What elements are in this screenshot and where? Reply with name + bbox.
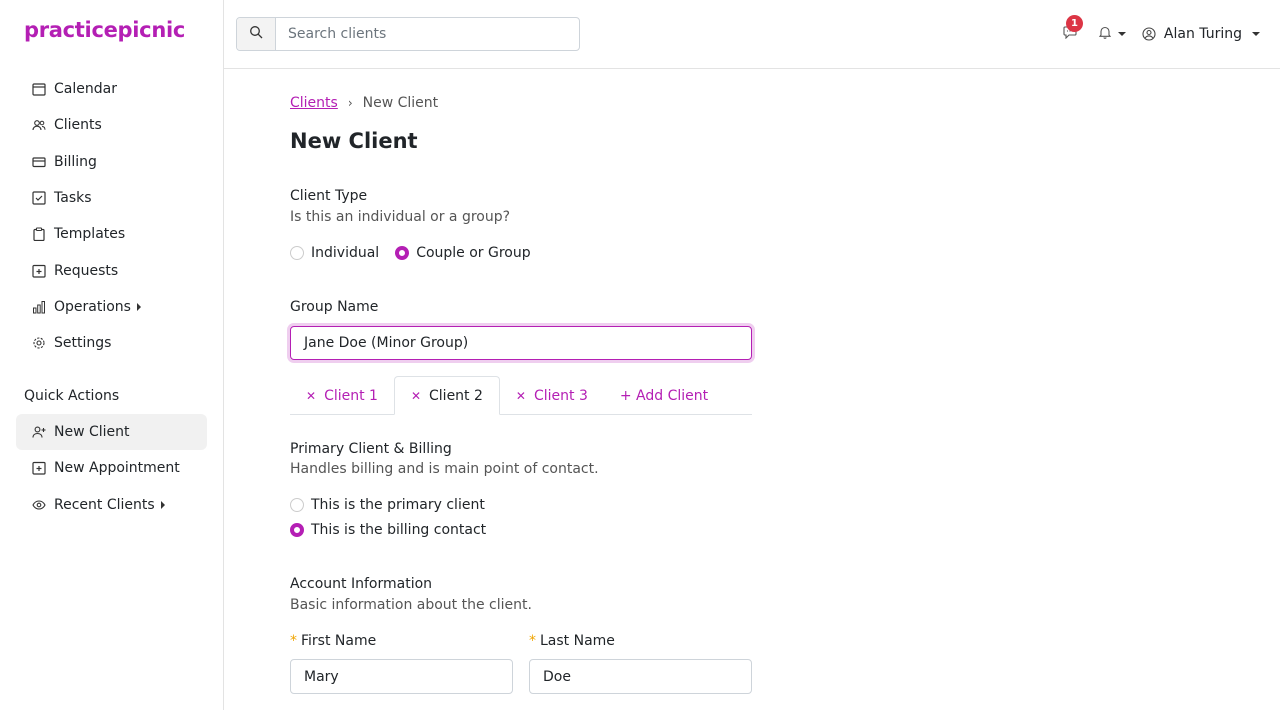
search-button[interactable] bbox=[237, 18, 276, 50]
quick-action-label: Recent Clients bbox=[54, 496, 155, 513]
billing-contact-option: This is the billing contact bbox=[290, 522, 502, 538]
sidebar-item-requests[interactable]: Requests bbox=[16, 252, 207, 288]
radio-couple-or-group-label[interactable]: Couple or Group bbox=[416, 245, 530, 261]
primary-billing-description: Handles billing and is main point of con… bbox=[290, 461, 599, 477]
sidebar-item-settings[interactable]: Settings bbox=[16, 325, 207, 361]
required-marker: * bbox=[529, 633, 536, 649]
radio-couple-or-group[interactable] bbox=[395, 246, 410, 260]
radio-individual-label[interactable]: Individual bbox=[311, 245, 379, 261]
group-name-label: Group Name bbox=[290, 299, 379, 315]
quick-action-new-client[interactable]: New Client bbox=[16, 414, 207, 451]
close-icon[interactable]: ✕ bbox=[411, 389, 421, 403]
message-count-badge: 1 bbox=[1065, 15, 1083, 32]
sidebar-item-label: Operations bbox=[54, 298, 131, 315]
quick-actions-heading: Quick Actions bbox=[24, 388, 120, 404]
close-icon[interactable]: ✕ bbox=[306, 389, 316, 403]
radio-primary-client[interactable] bbox=[290, 498, 304, 512]
calendar-icon bbox=[32, 82, 46, 96]
sidebar-item-label: Clients bbox=[54, 117, 102, 134]
tab-label: Client 3 bbox=[533, 387, 588, 404]
last-name-label-text: Last Name bbox=[540, 633, 615, 649]
plus-square-icon bbox=[32, 264, 46, 278]
credit-card-icon bbox=[32, 155, 46, 169]
user-circle-icon bbox=[1142, 27, 1156, 41]
sidebar-item-calendar[interactable]: Calendar bbox=[16, 71, 207, 107]
quick-action-new-appointment[interactable]: New Appointment bbox=[16, 450, 207, 486]
calendar-plus-icon bbox=[32, 461, 46, 476]
user-menu[interactable]: Alan Turing bbox=[1142, 26, 1260, 42]
sidebar-item-label: Requests bbox=[54, 262, 119, 279]
users-icon bbox=[32, 118, 46, 132]
tab-client-2[interactable]: ✕ Client 2 bbox=[393, 376, 500, 415]
client-type-options: Individual Couple or Group bbox=[290, 245, 547, 261]
eye-icon bbox=[32, 498, 46, 512]
check-square-icon bbox=[32, 191, 46, 205]
radio-billing-contact-label[interactable]: This is the billing contact bbox=[311, 522, 486, 538]
last-name-label: * Last Name bbox=[529, 633, 615, 649]
search-input[interactable]: Search clients bbox=[276, 18, 579, 50]
account-info-description: Basic information about the client. bbox=[290, 597, 532, 613]
primary-billing-heading: Primary Client & Billing bbox=[290, 441, 452, 457]
page-title: New Client bbox=[290, 129, 418, 153]
client-type-description: Is this an individual or a group? bbox=[290, 209, 511, 225]
breadcrumb-clients-link[interactable]: Clients bbox=[290, 95, 338, 111]
first-name-label-text: First Name bbox=[301, 633, 377, 649]
search-icon bbox=[249, 25, 263, 43]
tab-label: Client 2 bbox=[429, 387, 483, 404]
quick-actions: New Client New Appointment Recent Client… bbox=[16, 414, 207, 523]
close-icon[interactable]: ✕ bbox=[516, 389, 526, 403]
group-name-input[interactable]: Jane Doe (Minor Group) bbox=[290, 326, 752, 360]
search-box: Search clients bbox=[236, 17, 580, 51]
bar-chart-icon bbox=[32, 300, 46, 314]
gear-icon bbox=[32, 336, 46, 350]
sidebar-item-label: Tasks bbox=[54, 190, 92, 207]
tab-client-1[interactable]: ✕ Client 1 bbox=[290, 376, 394, 415]
first-name-label: * First Name bbox=[290, 633, 376, 649]
required-marker: * bbox=[290, 633, 297, 649]
bell-icon bbox=[1098, 25, 1112, 43]
messages-button[interactable]: 1 bbox=[1060, 15, 1083, 44]
chevron-down-icon bbox=[1252, 32, 1260, 36]
caret-right-icon bbox=[136, 302, 141, 311]
tab-client-3[interactable]: ✕ Client 3 bbox=[500, 376, 604, 415]
chevron-down-icon bbox=[1117, 32, 1126, 36]
client-type-heading: Client Type bbox=[290, 188, 368, 204]
clipboard-icon bbox=[32, 227, 46, 242]
first-name-field[interactable]: Mary bbox=[290, 659, 513, 694]
top-right-controls: 1 Alan Turing bbox=[1060, 15, 1260, 50]
sidebar-item-label: Calendar bbox=[54, 81, 117, 98]
radio-primary-client-label[interactable]: This is the primary client bbox=[311, 497, 485, 513]
primary-client-option: This is the primary client bbox=[290, 497, 501, 513]
tab-label: Client 1 bbox=[324, 387, 378, 404]
quick-action-label: New Client bbox=[54, 424, 130, 441]
account-info-heading: Account Information bbox=[290, 576, 433, 592]
user-plus-icon bbox=[32, 425, 46, 439]
add-client-button[interactable]: + Add Client bbox=[604, 376, 724, 415]
notifications-dropdown[interactable] bbox=[1098, 25, 1126, 43]
sidebar-item-label: Billing bbox=[54, 153, 97, 170]
sidebar-item-billing[interactable]: Billing bbox=[16, 144, 207, 180]
sidebar: practicepicnic Calendar Clients Billing … bbox=[0, 0, 224, 710]
sidebar-item-label: Templates bbox=[54, 226, 126, 243]
main-nav: Calendar Clients Billing Tasks Templates bbox=[16, 71, 207, 361]
sidebar-item-operations[interactable]: Operations bbox=[16, 289, 207, 325]
sidebar-item-tasks[interactable]: Tasks bbox=[16, 180, 207, 216]
client-tabs: ✕ Client 1 ✕ Client 2 ✕ Client 3 + Add C… bbox=[290, 376, 752, 415]
caret-right-icon bbox=[160, 500, 165, 509]
radio-billing-contact[interactable] bbox=[290, 523, 304, 537]
quick-action-recent-clients[interactable]: Recent Clients bbox=[16, 487, 207, 523]
app-logo[interactable]: practicepicnic bbox=[24, 18, 185, 42]
last-name-field[interactable]: Doe bbox=[529, 659, 752, 694]
breadcrumb-current: New Client bbox=[362, 95, 439, 111]
breadcrumb: Clients › New Client bbox=[290, 95, 438, 111]
top-bar: Search clients 1 Alan Turing bbox=[224, 0, 1280, 69]
radio-individual[interactable] bbox=[290, 246, 304, 260]
sidebar-item-clients[interactable]: Clients bbox=[16, 107, 207, 143]
sidebar-item-templates[interactable]: Templates bbox=[16, 216, 207, 252]
sidebar-item-label: Settings bbox=[54, 335, 112, 352]
chevron-right-icon: › bbox=[347, 96, 353, 110]
user-name: Alan Turing bbox=[1163, 26, 1242, 42]
quick-action-label: New Appointment bbox=[54, 460, 180, 477]
